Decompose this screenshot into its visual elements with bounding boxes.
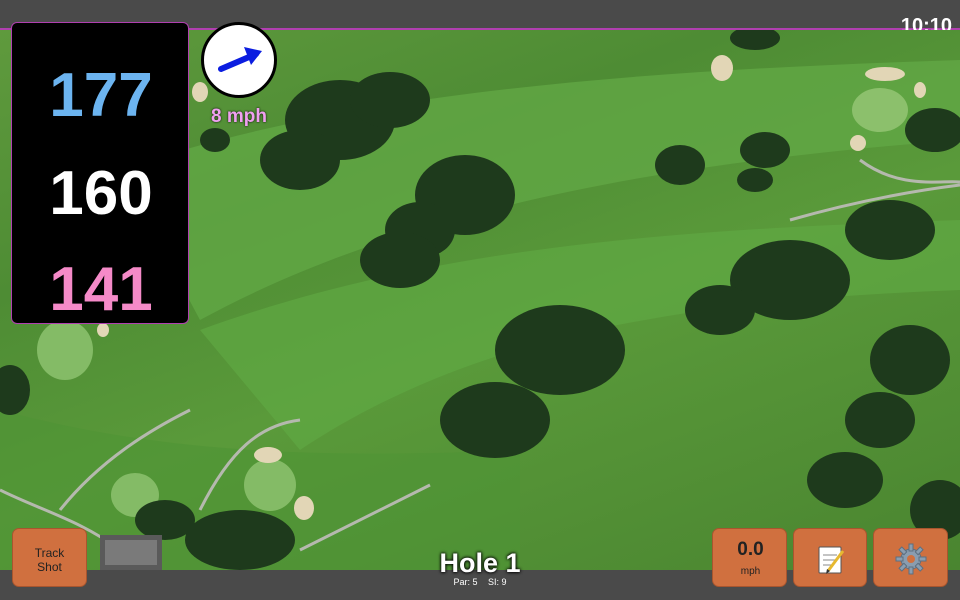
settings-button[interactable]	[873, 528, 948, 587]
track-shot-label-line2: Shot	[37, 560, 62, 574]
speed-unit: mph	[740, 566, 761, 577]
hole-stroke-index: SI: 9	[488, 577, 507, 587]
speed-button[interactable]: 0.0 mph	[712, 528, 787, 587]
track-shot-label-line1: Track	[34, 546, 65, 560]
notes-button[interactable]	[793, 528, 867, 587]
notepad-icon	[818, 546, 845, 574]
wind-speed: 8 mph	[211, 106, 267, 127]
hole-par: Par: 5	[453, 577, 478, 587]
hole-details: Par: 5 SI: 9	[380, 577, 580, 587]
wind-direction-dial	[201, 22, 277, 98]
hole-title: Hole 1	[439, 548, 521, 578]
distance-panel: 177 160 141	[11, 22, 189, 324]
back-distance: 177	[49, 61, 153, 130]
wind-arrow-icon	[218, 47, 262, 72]
gear-icon	[895, 543, 927, 575]
track-shot-button[interactable]: Track Shot	[12, 528, 87, 587]
middle-distance: 160	[49, 159, 153, 228]
speed-value: 0.0	[737, 539, 764, 560]
front-distance: 141	[49, 255, 153, 324]
